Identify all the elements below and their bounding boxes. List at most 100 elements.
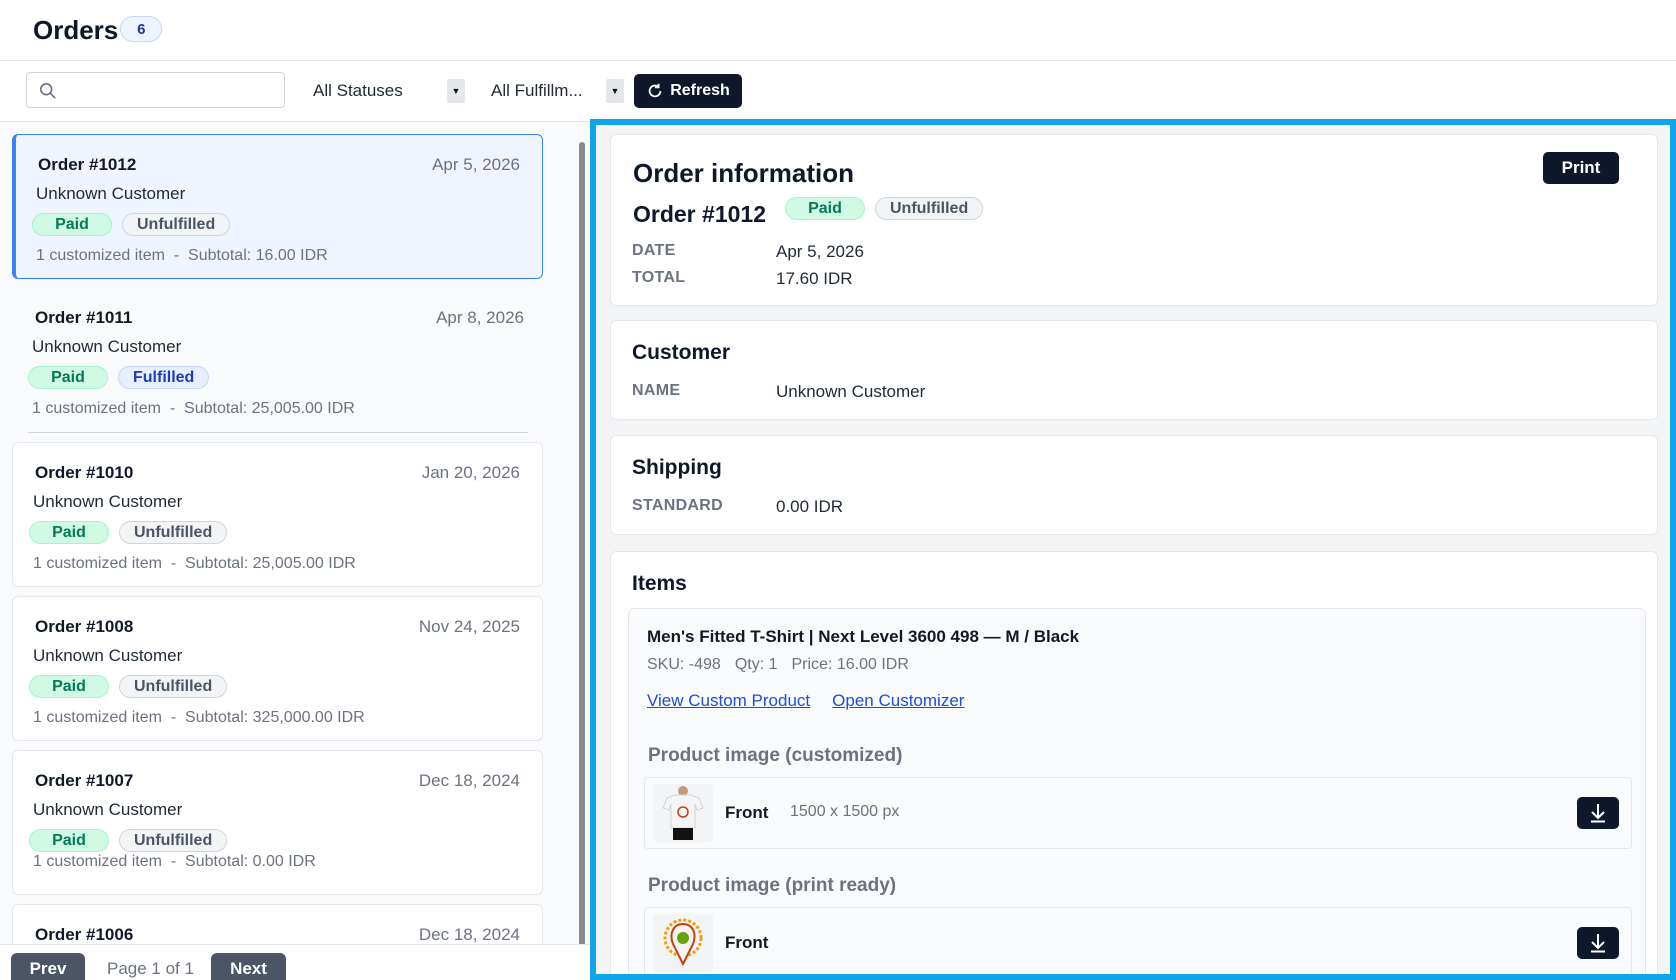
- open-customizer-link[interactable]: Open Customizer: [832, 691, 964, 711]
- order-customer: Unknown Customer: [33, 492, 183, 511]
- items-card: Items Men's Fitted T-Shirt | Next Level …: [610, 551, 1658, 974]
- filter-bar: All Statuses ▼ All Fulfillm... ▼ Refresh: [0, 61, 1676, 121]
- shipping-value: 0.00 IDR: [776, 497, 844, 516]
- date-value: Apr 5, 2026: [776, 242, 864, 261]
- download-button[interactable]: [1577, 797, 1619, 829]
- chevron-down-icon[interactable]: ▼: [447, 79, 465, 103]
- payment-badge: Paid: [28, 366, 108, 389]
- order-date: Apr 5, 2026: [432, 155, 520, 174]
- order-date: Apr 8, 2026: [436, 308, 524, 327]
- fulfillment-badge: Unfulfilled: [119, 521, 228, 544]
- name-key: NAME: [632, 382, 681, 399]
- order-number: Order #1010: [35, 463, 134, 482]
- order-number: Order #1007: [35, 771, 134, 790]
- date-key: DATE: [632, 242, 676, 259]
- date-row: DATE Apr 5, 2026: [632, 242, 864, 262]
- order-customer: Unknown Customer: [33, 646, 183, 665]
- order-detail-panel: Order information Print Order #1012 Paid…: [590, 119, 1676, 980]
- order-number: Order #1008: [35, 617, 134, 636]
- refresh-icon: [648, 83, 662, 98]
- order-number: Order #1011: [35, 308, 133, 327]
- print-ready-image-heading: Product image (print ready): [648, 875, 897, 896]
- order-list-item[interactable]: Order #1010 Jan 20, 2026 Unknown Custome…: [12, 442, 543, 587]
- item-title: Men's Fitted T-Shirt | Next Level 3600 4…: [647, 627, 1080, 646]
- order-list-item[interactable]: Order #1008 Nov 24, 2025 Unknown Custome…: [12, 596, 543, 741]
- item-links: View Custom Product Open Customizer: [647, 691, 964, 711]
- payment-badge: Paid: [29, 521, 109, 544]
- order-info-card: Order information Print Order #1012 Paid…: [610, 134, 1658, 306]
- customized-image-label: Front: [725, 803, 769, 822]
- order-summary: 1 customized item - Subtotal: 25,005.00 …: [33, 555, 356, 572]
- fulfillment-badge: Unfulfilled: [119, 829, 228, 852]
- fulfillment-filter-select[interactable]: All Fulfillm... ▼: [491, 73, 625, 109]
- fulfillment-badge: Unfulfilled: [119, 675, 228, 698]
- order-date: Nov 24, 2025: [418, 617, 520, 636]
- fulfillment-filter-value: All Fulfillm...: [491, 81, 583, 100]
- refresh-label: Refresh: [670, 82, 730, 99]
- tshirt-image-icon: [662, 786, 704, 840]
- payment-badge: Paid: [32, 213, 112, 236]
- download-button[interactable]: [1577, 927, 1619, 959]
- order-badges: Paid Unfulfilled: [32, 213, 231, 236]
- item-meta: SKU: -498 Qty: 1 Price: 16.00 IDR: [647, 656, 909, 674]
- order-date: Jan 20, 2026: [421, 463, 520, 482]
- shipping-title: Shipping: [632, 456, 722, 479]
- customized-image-heading: Product image (customized): [648, 745, 903, 766]
- page-header: Orders 6: [0, 0, 1676, 61]
- design-thumbnail: [653, 914, 713, 972]
- shipping-method-key: STANDARD: [632, 497, 723, 514]
- order-date: Dec 18, 2024: [418, 771, 520, 790]
- search-icon: [39, 82, 56, 99]
- fulfillment-badge: Unfulfilled: [875, 197, 984, 220]
- orders-app: Orders 6 All Statuses ▼ All Fulfillm... …: [0, 0, 1676, 980]
- view-custom-product-link[interactable]: View Custom Product: [647, 691, 810, 711]
- shipping-card: Shipping STANDARD 0.00 IDR: [610, 435, 1658, 535]
- fulfillment-badge: Fulfilled: [118, 366, 210, 389]
- order-customer: Unknown Customer: [32, 337, 182, 356]
- shipping-row: STANDARD 0.00 IDR: [632, 497, 843, 517]
- pagination: Prev Page 1 of 1 Next: [0, 944, 590, 980]
- order-summary: 1 customized item - Subtotal: 0.00 IDR: [33, 853, 316, 870]
- order-customer: Unknown Customer: [33, 800, 183, 819]
- search-input[interactable]: [67, 73, 277, 107]
- print-ready-image-label: Front: [725, 933, 769, 952]
- order-date: Dec 18, 2024: [418, 925, 520, 944]
- order-badges: Paid Fulfilled: [28, 366, 210, 389]
- payment-badge: Paid: [29, 829, 109, 852]
- page-indicator: Page 1 of 1: [107, 959, 194, 978]
- name-value: Unknown Customer: [776, 382, 926, 401]
- prev-page-button[interactable]: Prev: [11, 953, 85, 980]
- detail-order-number: Order #1012: [633, 201, 766, 227]
- order-info-title: Order information: [633, 158, 855, 188]
- order-customer: Unknown Customer: [36, 184, 186, 203]
- page-title: Orders: [33, 14, 119, 45]
- payment-badge: Paid: [29, 675, 109, 698]
- order-summary: 1 customized item - Subtotal: 325,000.00…: [33, 709, 365, 726]
- total-value: 17.60 IDR: [776, 269, 853, 288]
- customer-title: Customer: [632, 341, 731, 364]
- total-key: TOTAL: [632, 269, 686, 286]
- refresh-button[interactable]: Refresh: [634, 74, 742, 108]
- design-image-icon: [663, 918, 703, 967]
- order-list: Order #1012 Apr 5, 2026 Unknown Customer…: [0, 121, 590, 980]
- next-page-button[interactable]: Next: [211, 953, 286, 980]
- order-count-badge: 6: [120, 16, 163, 42]
- print-button[interactable]: Print: [1543, 152, 1619, 184]
- list-scrollbar[interactable]: [579, 142, 585, 957]
- customized-image-size: 1500 x 1500 px: [790, 803, 900, 820]
- order-summary: 1 customized item - Subtotal: 25,005.00 …: [32, 400, 355, 417]
- order-badges: Paid Unfulfilled: [29, 675, 228, 698]
- order-badges: Paid Unfulfilled: [29, 521, 228, 544]
- total-row: TOTAL 17.60 IDR: [632, 269, 853, 289]
- search-box[interactable]: [26, 72, 285, 108]
- order-list-item[interactable]: Order #1012 Apr 5, 2026 Unknown Customer…: [12, 134, 543, 279]
- print-ready-image-row: Front: [644, 907, 1632, 974]
- order-list-item[interactable]: Order #1007 Dec 18, 2024 Unknown Custome…: [12, 750, 543, 895]
- status-filter-select[interactable]: All Statuses ▼: [313, 73, 466, 109]
- payment-badge: Paid: [785, 197, 865, 220]
- status-filter-value: All Statuses: [313, 81, 403, 100]
- items-title: Items: [632, 572, 687, 595]
- chevron-down-icon[interactable]: ▼: [606, 79, 624, 103]
- customized-image-row: Front 1500 x 1500 px: [644, 777, 1632, 849]
- order-list-item[interactable]: Order #1011 Apr 8, 2026 Unknown Customer…: [28, 288, 528, 433]
